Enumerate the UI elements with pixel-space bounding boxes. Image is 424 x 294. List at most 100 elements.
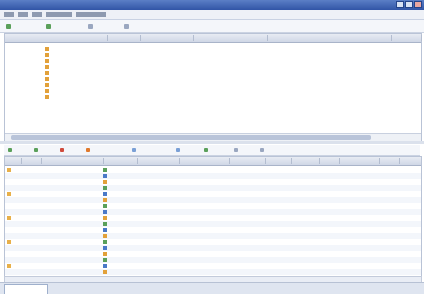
menu-item-4[interactable] bbox=[46, 12, 72, 17]
tab-3[interactable] bbox=[86, 284, 132, 293]
column-header[interactable] bbox=[269, 35, 392, 41]
table-cell bbox=[229, 269, 263, 275]
table-row[interactable] bbox=[5, 94, 421, 100]
filter-icon bbox=[8, 148, 12, 152]
toolbar-button-4[interactable] bbox=[124, 22, 131, 30]
add-icon bbox=[6, 23, 11, 29]
toolbar2-button-1[interactable] bbox=[8, 147, 13, 153]
status-flag-icon bbox=[7, 204, 11, 208]
status-flag-icon bbox=[7, 210, 11, 214]
tab-5[interactable] bbox=[176, 284, 222, 293]
delete-icon bbox=[124, 23, 129, 29]
tab-2[interactable] bbox=[44, 284, 86, 293]
status-flag-icon bbox=[7, 198, 11, 202]
folder-icon bbox=[45, 53, 49, 57]
status-flag-icon bbox=[7, 192, 11, 196]
folder-icon bbox=[45, 89, 49, 93]
status-flag-icon bbox=[7, 222, 11, 226]
status-flag-icon bbox=[7, 186, 11, 190]
toolbar2-button-5[interactable] bbox=[132, 147, 137, 153]
status-icon bbox=[103, 234, 107, 238]
status-icon bbox=[103, 240, 107, 244]
toolbar2-button-4[interactable] bbox=[86, 147, 91, 153]
menu-item-5[interactable] bbox=[76, 12, 106, 17]
toolbar2-button-3[interactable] bbox=[60, 147, 65, 153]
status-icon bbox=[103, 264, 107, 268]
column-header[interactable] bbox=[393, 35, 422, 41]
status-icon bbox=[103, 186, 107, 190]
column-header[interactable] bbox=[5, 35, 108, 41]
toolbar2-button-7[interactable] bbox=[204, 147, 209, 153]
tab-8[interactable] bbox=[310, 284, 356, 293]
tab-6[interactable] bbox=[222, 284, 268, 293]
column-header[interactable] bbox=[108, 35, 141, 41]
column-header[interactable] bbox=[21, 158, 42, 164]
status-icon bbox=[103, 228, 107, 232]
menu-item-3[interactable] bbox=[32, 12, 42, 17]
bottom-table-header bbox=[5, 157, 421, 166]
column-header[interactable] bbox=[291, 158, 320, 164]
folder-icon bbox=[45, 47, 49, 51]
tab-9[interactable] bbox=[356, 284, 402, 293]
main-toolbar bbox=[0, 20, 424, 33]
pane-splitter[interactable] bbox=[0, 141, 424, 144]
column-header[interactable] bbox=[195, 35, 268, 41]
folder-icon bbox=[45, 77, 49, 81]
maximize-button[interactable] bbox=[405, 1, 413, 8]
horizontal-scrollbar[interactable] bbox=[5, 133, 421, 141]
folder-icon bbox=[45, 95, 49, 99]
tab-7[interactable] bbox=[268, 284, 310, 293]
status-icon bbox=[103, 258, 107, 262]
status-flag-icon bbox=[7, 228, 11, 232]
column-header[interactable] bbox=[229, 158, 266, 164]
column-header[interactable] bbox=[265, 158, 292, 164]
menu-bar bbox=[0, 10, 424, 20]
menu-item-1[interactable] bbox=[4, 12, 14, 17]
toolbar2-button-8[interactable] bbox=[234, 147, 239, 153]
close-button[interactable] bbox=[414, 1, 422, 8]
table-cell bbox=[379, 269, 397, 275]
minimize-button[interactable] bbox=[396, 1, 404, 8]
toolbar-button-1[interactable] bbox=[6, 22, 13, 30]
window-controls bbox=[396, 1, 422, 8]
column-header[interactable] bbox=[5, 158, 22, 164]
column-header[interactable] bbox=[379, 158, 400, 164]
status-icon bbox=[103, 192, 107, 196]
toolbar2-button-9[interactable] bbox=[260, 147, 265, 153]
table-cell bbox=[399, 269, 421, 275]
column-header[interactable] bbox=[339, 158, 380, 164]
bottom-table bbox=[4, 156, 422, 277]
table-cell bbox=[319, 269, 337, 275]
table-cell bbox=[41, 269, 101, 275]
column-header[interactable] bbox=[41, 158, 104, 164]
column-header[interactable] bbox=[103, 158, 138, 164]
column-header[interactable] bbox=[399, 158, 421, 164]
bottom-tabs bbox=[0, 282, 424, 294]
status-flag-icon bbox=[7, 216, 11, 220]
menu-item-2[interactable] bbox=[18, 12, 28, 17]
column-header[interactable] bbox=[319, 158, 340, 164]
status-flag-icon bbox=[7, 270, 11, 274]
status-icon bbox=[103, 168, 107, 172]
scrollbar-thumb[interactable] bbox=[11, 135, 371, 140]
table-cell bbox=[291, 269, 317, 275]
status-icon bbox=[103, 246, 107, 250]
status-flag-icon bbox=[7, 252, 11, 256]
table-row[interactable] bbox=[5, 269, 421, 275]
tab-4[interactable] bbox=[132, 284, 174, 293]
column-header[interactable] bbox=[141, 35, 194, 41]
delete-icon bbox=[60, 148, 64, 152]
column-header[interactable] bbox=[137, 158, 180, 164]
folder-icon bbox=[45, 65, 49, 69]
toolbar2-button-6[interactable] bbox=[176, 147, 181, 153]
status-flag-icon bbox=[7, 246, 11, 250]
edit-icon bbox=[88, 23, 93, 29]
toolbar2-button-2[interactable] bbox=[34, 147, 39, 153]
refresh-icon bbox=[132, 148, 136, 152]
toolbar-button-3[interactable] bbox=[88, 22, 95, 30]
status-icon bbox=[103, 204, 107, 208]
status-flag-icon bbox=[7, 234, 11, 238]
top-table-header bbox=[5, 34, 422, 43]
toolbar-button-2[interactable] bbox=[46, 22, 53, 30]
column-header[interactable] bbox=[179, 158, 230, 164]
